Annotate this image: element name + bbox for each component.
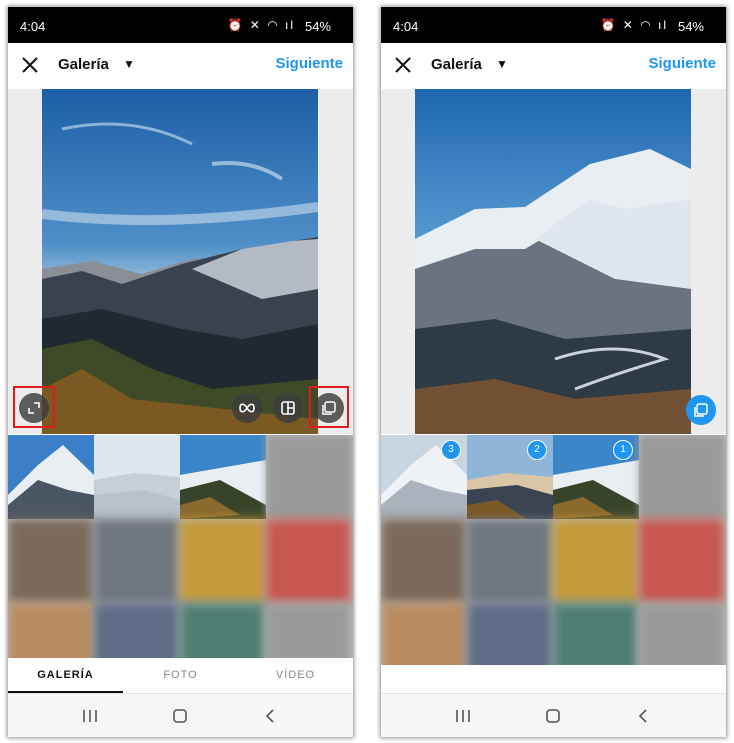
selection-badge: 1	[613, 440, 633, 460]
photo-preview	[8, 89, 353, 434]
gallery-thumbnail[interactable]	[94, 435, 180, 519]
preview-image	[42, 89, 318, 434]
blurred-thumbnail[interactable]	[266, 519, 351, 603]
tab-video[interactable]: VÍDEO	[238, 669, 353, 681]
gallery-thumbnail[interactable]	[8, 435, 94, 519]
back-icon[interactable]	[255, 705, 285, 727]
close-icon[interactable]	[18, 53, 42, 77]
gallery-thumbnail-selected[interactable]: 1	[553, 435, 639, 519]
top-bar: Galería ▼ Siguiente	[8, 43, 353, 90]
blurred-thumbnail[interactable]	[467, 519, 552, 603]
expand-button[interactable]	[19, 393, 49, 423]
blurred-thumbnail[interactable]	[266, 603, 351, 665]
multi-select-icon	[322, 401, 336, 415]
selection-badge: 2	[527, 440, 547, 460]
blurred-thumbnail[interactable]	[381, 519, 466, 603]
blurred-thumbnail[interactable]	[8, 603, 93, 665]
blurred-thumbnail[interactable]	[180, 603, 265, 665]
multi-select-button[interactable]	[686, 395, 716, 425]
blurred-thumbnail[interactable]	[180, 519, 265, 603]
gallery-title[interactable]: Galería	[58, 56, 109, 73]
layout-button[interactable]	[273, 393, 303, 423]
selection-badge: 3	[441, 440, 461, 460]
blurred-thumbnail[interactable]	[553, 519, 638, 603]
status-bar: 4:04 ⏰ ✕ ◠ ıl 54%	[381, 7, 726, 43]
battery-level: 54%	[304, 19, 331, 34]
blurred-thumbnail[interactable]	[94, 519, 179, 603]
status-icons: ⏰ ✕ ◠ ıl	[600, 18, 668, 32]
blurred-thumbnail[interactable]	[639, 603, 724, 665]
gallery-title[interactable]: Galería	[431, 56, 482, 73]
phone-screen-left: 4:04 ⏰ ✕ ◠ ıl 54% Galería ▼ Siguiente GA…	[8, 7, 353, 737]
gallery-thumbnail-selected[interactable]: 3	[381, 435, 467, 519]
preview-image	[415, 89, 691, 434]
system-nav-bar	[381, 693, 726, 737]
multi-select-icon	[694, 403, 708, 417]
status-time: 4:04	[393, 19, 419, 34]
gallery-grid	[8, 435, 353, 665]
next-button[interactable]: Siguiente	[275, 55, 343, 72]
next-button[interactable]: Siguiente	[648, 55, 716, 72]
home-icon[interactable]	[165, 705, 195, 727]
blurred-thumbnail[interactable]	[553, 603, 638, 665]
dropdown-caret-icon[interactable]: ▼	[123, 57, 135, 71]
recents-icon[interactable]	[75, 705, 105, 727]
dropdown-caret-icon[interactable]: ▼	[496, 57, 508, 71]
blurred-thumbnail[interactable]	[8, 519, 93, 603]
system-nav-bar	[8, 693, 353, 737]
back-icon[interactable]	[628, 705, 658, 727]
expand-icon	[28, 402, 40, 414]
status-bar: 4:04 ⏰ ✕ ◠ ıl 54%	[8, 7, 353, 43]
gallery-thumbnail-selected[interactable]: 2	[467, 435, 553, 519]
gallery-grid: 3 2 1	[381, 435, 726, 665]
top-bar: Galería ▼ Siguiente	[381, 43, 726, 90]
blurred-thumbnail[interactable]	[381, 603, 466, 665]
mode-tabs: GALERÍA FOTO VÍDEO	[8, 658, 353, 694]
close-icon[interactable]	[391, 53, 415, 77]
blurred-thumbnail[interactable]	[639, 519, 724, 603]
boomerang-icon	[239, 403, 255, 413]
blurred-thumbnail[interactable]	[467, 603, 552, 665]
home-icon[interactable]	[538, 705, 568, 727]
status-time: 4:04	[20, 19, 46, 34]
tab-gallery[interactable]: GALERÍA	[8, 669, 123, 681]
battery-level: 54%	[677, 19, 704, 34]
gallery-thumbnail[interactable]	[266, 435, 352, 519]
photo-preview	[381, 89, 726, 434]
gallery-thumbnail[interactable]	[180, 435, 266, 519]
blurred-thumbnail[interactable]	[94, 603, 179, 665]
boomerang-button[interactable]	[232, 393, 262, 423]
phone-screen-right: 4:04 ⏰ ✕ ◠ ıl 54% Galería ▼ Siguiente 3 …	[381, 7, 726, 737]
tab-photo[interactable]: FOTO	[123, 669, 238, 681]
gallery-thumbnail[interactable]	[639, 435, 725, 519]
multi-select-button[interactable]	[314, 393, 344, 423]
status-icons: ⏰ ✕ ◠ ıl	[227, 18, 295, 32]
recents-icon[interactable]	[448, 705, 478, 727]
layout-icon	[281, 401, 295, 415]
